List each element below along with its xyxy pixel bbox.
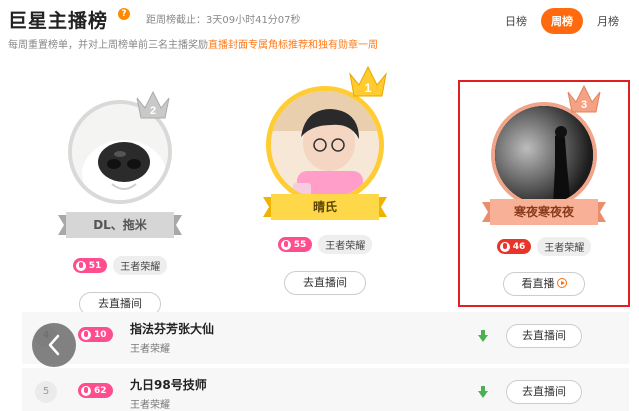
level-value: 55 bbox=[293, 239, 307, 250]
podium-card-rank-3: 3 寒夜寒夜夜 46 王者荣耀 看直播 bbox=[458, 80, 630, 307]
podium-card-rank-1: 1 晴氏 55 王者荣耀 去直播间 bbox=[250, 64, 400, 300]
play-icon bbox=[556, 278, 567, 288]
game-tag[interactable]: 王者荣耀 bbox=[537, 237, 592, 256]
tab-monthly[interactable]: 月榜 bbox=[589, 9, 627, 33]
subtitle: 每周重置榜单，并对上周榜单前三名主播奖励直播封面专属角标推荐和独有勋章一周 bbox=[8, 36, 378, 51]
watch-live-button[interactable]: 看直播 bbox=[503, 272, 585, 296]
rank-number: 5 bbox=[35, 381, 57, 403]
anchor-name[interactable]: 寒夜寒夜夜 bbox=[514, 205, 574, 219]
trend-down-icon bbox=[478, 330, 488, 342]
podium-card-rank-2: 2 DL、拖米 51 王者荣耀 去直播间 bbox=[45, 84, 195, 320]
chevron-left-icon bbox=[48, 334, 60, 356]
anchor-meta: 55 王者荣耀 bbox=[250, 235, 400, 254]
period-tabs: 日榜 周榜 月榜 bbox=[497, 8, 627, 34]
tab-daily[interactable]: 日榜 bbox=[497, 9, 535, 33]
crown-rank: 2 bbox=[150, 105, 156, 117]
level-value: 46 bbox=[512, 241, 526, 252]
avatar[interactable] bbox=[266, 86, 384, 204]
name-ribbon: DL、拖米 bbox=[58, 212, 182, 238]
level-badge: 10 bbox=[78, 327, 113, 342]
game-tag[interactable]: 王者荣耀 bbox=[130, 340, 170, 355]
crown-rank: 1 bbox=[365, 81, 372, 95]
microphone-icon bbox=[75, 260, 86, 271]
anchor-meta: 46 王者荣耀 bbox=[460, 237, 628, 256]
level-badge: 51 bbox=[72, 258, 108, 273]
crown-rank: 3 bbox=[581, 99, 587, 111]
list-item: 5 62 九日98号技师 王者荣耀 去直播间 bbox=[22, 368, 629, 411]
anchor-name[interactable]: 指法芬芳张大仙 bbox=[130, 320, 214, 337]
level-value: 62 bbox=[94, 385, 107, 396]
go-live-room-button[interactable]: 去直播间 bbox=[284, 271, 366, 295]
anchor-name[interactable]: 晴氏 bbox=[313, 200, 337, 214]
game-tag[interactable]: 王者荣耀 bbox=[318, 235, 373, 254]
crown-icon: 1 bbox=[349, 65, 387, 97]
anchor-name[interactable]: 九日98号技师 bbox=[130, 376, 207, 393]
avatar-image bbox=[495, 106, 593, 204]
level-badge: 62 bbox=[78, 383, 113, 398]
crown-icon: 3 bbox=[567, 84, 601, 113]
previous-button[interactable] bbox=[32, 323, 76, 367]
level-badge: 46 bbox=[496, 239, 532, 254]
watch-live-label: 看直播 bbox=[521, 277, 555, 290]
anchor-meta: 51 王者荣耀 bbox=[45, 256, 195, 275]
ranking-list: 4 10 指法芬芳张大仙 王者荣耀 去直播间 5 62 九日98号技师 王者荣耀… bbox=[22, 312, 629, 411]
page-header: 巨星主播榜 ? 距周榜截止：3天09小时41分07秒 每周重置榜单，并对上周榜单… bbox=[8, 6, 633, 54]
avatar[interactable] bbox=[491, 102, 597, 208]
microphone-icon bbox=[81, 329, 91, 340]
name-ribbon: 晴氏 bbox=[263, 194, 387, 220]
avatar-image bbox=[271, 91, 379, 199]
anchor-name[interactable]: DL、拖米 bbox=[93, 218, 147, 232]
crown-icon: 2 bbox=[136, 90, 170, 119]
subtitle-text: 每周重置榜单，并对上周榜单前三名主播奖励 bbox=[8, 40, 208, 51]
podium: 2 DL、拖米 51 王者荣耀 去直播间 1 晴氏 55 王者荣耀 去直播间 3… bbox=[0, 64, 639, 316]
microphone-icon bbox=[280, 239, 291, 250]
name-ribbon: 寒夜寒夜夜 bbox=[482, 199, 606, 225]
level-value: 10 bbox=[94, 329, 107, 340]
go-live-room-button[interactable]: 去直播间 bbox=[506, 380, 582, 404]
game-tag[interactable]: 王者荣耀 bbox=[130, 396, 170, 411]
trend-down-icon bbox=[478, 386, 488, 398]
subtitle-highlight: 直播封面专属角标推荐和独有勋章一周 bbox=[208, 40, 378, 51]
go-live-room-button[interactable]: 去直播间 bbox=[506, 324, 582, 348]
microphone-icon bbox=[499, 241, 510, 252]
microphone-icon bbox=[81, 385, 91, 396]
level-value: 51 bbox=[88, 260, 102, 271]
list-item: 4 10 指法芬芳张大仙 王者荣耀 去直播间 bbox=[22, 312, 629, 364]
game-tag[interactable]: 王者荣耀 bbox=[113, 256, 168, 275]
level-badge: 55 bbox=[277, 237, 313, 252]
info-icon[interactable]: ? bbox=[118, 8, 130, 20]
page-title: 巨星主播榜 bbox=[8, 10, 109, 32]
countdown-text: 距周榜截止：3天09小时41分07秒 bbox=[146, 15, 301, 26]
tab-weekly[interactable]: 周榜 bbox=[541, 8, 583, 34]
